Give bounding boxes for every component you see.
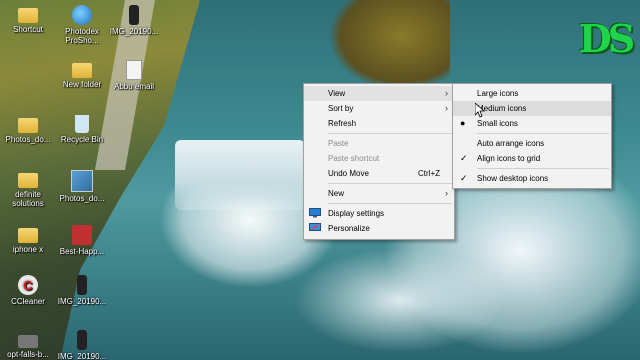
menu-item-display-settings[interactable]: Display settings — [304, 206, 454, 221]
menu-item-undo-move[interactable]: Undo Move Ctrl+Z — [304, 166, 454, 181]
desktop-icon-label: Abbu email — [113, 82, 155, 91]
folder-icon — [18, 118, 38, 133]
chevron-right-icon: › — [445, 188, 448, 198]
wallpaper-falls — [175, 140, 305, 210]
folder-icon — [72, 63, 92, 78]
document-icon — [126, 60, 142, 80]
desktop-icon-label: CCleaner — [11, 297, 45, 306]
menu-item-label: Refresh — [328, 119, 357, 128]
desktop-icon-photos-do-2[interactable]: Photos_do... — [56, 170, 108, 203]
menu-item-label: Display settings — [328, 209, 385, 218]
menu-item-label: New — [328, 189, 345, 198]
phone-icon — [129, 5, 139, 25]
menu-item-sort-by[interactable]: Sort by › — [304, 101, 454, 116]
laptop-icon — [18, 335, 38, 348]
desktop-icon-label: New folder — [62, 80, 102, 89]
menu-item-label: Paste — [328, 139, 349, 148]
desktop-icon-opt-falls[interactable]: opt-falls-b... — [2, 330, 54, 359]
desktop-icon-photos-do[interactable]: Photos_do... — [2, 115, 54, 144]
submenu-item-large-icons[interactable]: Large icons — [453, 86, 611, 101]
image-icon — [71, 170, 93, 192]
folder-icon — [18, 228, 38, 243]
wallpaper-island — [330, 0, 450, 90]
menu-item-label: Undo Move — [328, 169, 369, 178]
chevron-right-icon: › — [445, 103, 448, 113]
desktop-icon-img-2[interactable]: IMG_20190... — [56, 275, 108, 306]
phone-icon — [77, 275, 87, 295]
shortcut-hint: Ctrl+Z — [418, 169, 440, 178]
channel-logo: DS — [578, 16, 635, 61]
desktop-icon-label: IMG_20190... — [57, 297, 107, 306]
desktop-icon-img-1[interactable]: IMG_20190... — [108, 5, 160, 36]
recycle-bin-icon — [75, 115, 89, 133]
desktop-icon-definite-solutions[interactable]: definite solutions — [2, 170, 54, 208]
folder-icon — [18, 8, 38, 23]
globe-icon — [72, 5, 92, 25]
mouse-cursor-icon — [475, 103, 485, 118]
personalize-icon — [309, 223, 321, 233]
desktop-icon-label: IMG_20190... — [57, 352, 107, 360]
ccleaner-icon: C — [18, 275, 38, 295]
image-icon — [72, 225, 92, 245]
desktop-context-menu: View › Sort by › Refresh Paste Paste sho… — [303, 83, 455, 240]
menu-item-personalize[interactable]: Personalize — [304, 221, 454, 236]
desktop-icon-shortcut[interactable]: Shortcut — [2, 5, 54, 34]
desktop-icon-best-happ[interactable]: Best-Happ... — [56, 225, 108, 256]
menu-item-new[interactable]: New › — [304, 186, 454, 201]
menu-item-label: Sort by — [328, 104, 354, 113]
submenu-item-show-desktop-icons[interactable]: ✓ Show desktop icons — [453, 171, 611, 186]
display-icon — [309, 208, 321, 218]
desktop-icon-photodex[interactable]: Photodex ProSho... — [56, 5, 108, 45]
menu-item-label: Paste shortcut — [328, 154, 380, 163]
menu-item-paste: Paste — [304, 136, 454, 151]
radio-dot-icon: ● — [460, 118, 466, 128]
desktop-icon-label: definite solutions — [12, 190, 44, 208]
desktop-icon-label: Recycle Bin — [60, 135, 104, 144]
submenu-item-small-icons[interactable]: ● Small icons — [453, 116, 611, 131]
desktop-icon-label: opt-falls-b... — [7, 350, 49, 359]
desktop-icon-label: Photos_do... — [5, 135, 51, 144]
desktop-icon-iphone-x[interactable]: iphone x — [2, 225, 54, 254]
menu-item-refresh[interactable]: Refresh — [304, 116, 454, 131]
desktop-icon-label: iphone x — [12, 245, 44, 254]
submenu-item-align-to-grid[interactable]: ✓ Align icons to grid — [453, 151, 611, 166]
menu-separator — [477, 133, 609, 134]
menu-separator — [328, 203, 452, 204]
checkmark-icon: ✓ — [460, 153, 468, 163]
desktop-icon-label: Photodex ProSho... — [65, 27, 99, 45]
menu-separator — [477, 168, 609, 169]
view-submenu: Large icons Medium icons ● Small icons A… — [452, 83, 612, 189]
folder-icon — [18, 173, 38, 188]
desktop-icon-new-folder[interactable]: New folder — [56, 60, 108, 89]
menu-item-view[interactable]: View › — [304, 86, 454, 101]
menu-item-label: View — [328, 89, 346, 98]
desktop-icon-label: Shortcut — [13, 25, 43, 34]
menu-separator — [328, 133, 452, 134]
menu-item-paste-shortcut: Paste shortcut — [304, 151, 454, 166]
menu-separator — [328, 183, 452, 184]
submenu-item-auto-arrange[interactable]: Auto arrange icons — [453, 136, 611, 151]
desktop-icon-recycle-bin[interactable]: Recycle Bin — [56, 115, 108, 144]
desktop-icon-img-3[interactable]: IMG_20190... — [56, 330, 108, 360]
menu-item-label: Small icons — [477, 119, 518, 128]
menu-item-label: Align icons to grid — [477, 154, 541, 163]
desktop-icon-label: IMG_20190... — [109, 27, 159, 36]
menu-item-label: Show desktop icons — [477, 174, 549, 183]
desktop-icon-abbu-email[interactable]: Abbu email — [108, 60, 160, 91]
desktop-icon-label: Photos_do... — [59, 194, 105, 203]
menu-item-label: Auto arrange icons — [477, 139, 545, 148]
phone-icon — [77, 330, 87, 350]
desktop-background[interactable]: DS Shortcut Photos_do... definite soluti… — [0, 0, 640, 360]
desktop-icon-ccleaner[interactable]: C CCleaner — [2, 275, 54, 306]
menu-item-label: Large icons — [477, 89, 519, 98]
desktop-icon-label: Best-Happ... — [59, 247, 105, 256]
checkmark-icon: ✓ — [460, 173, 468, 183]
chevron-right-icon: › — [445, 88, 448, 98]
menu-item-label: Personalize — [328, 224, 370, 233]
